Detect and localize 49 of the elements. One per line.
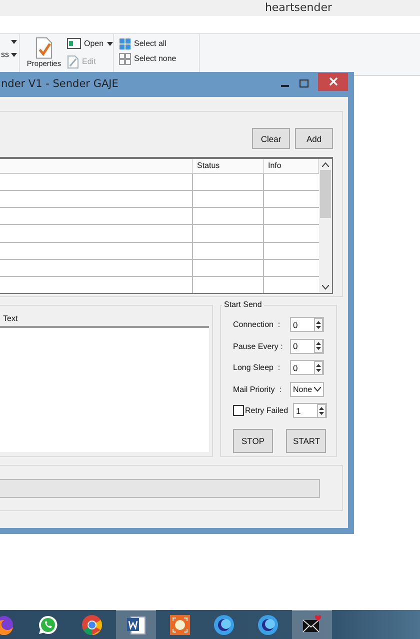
window-title: nder V1 - Sender GAJE [0,78,120,90]
ribbon-button[interactable]: ss [1,50,17,59]
close-icon [328,77,338,86]
open-button[interactable]: Open [67,37,113,50]
close-button[interactable] [318,72,348,90]
crescent-circle-icon [213,614,235,636]
number-field[interactable]: 0 [290,360,324,376]
caret-icon [11,52,17,56]
number-field[interactable]: 0 [290,338,324,354]
window-icon [67,38,81,49]
list-button[interactable]: Add [295,128,333,149]
select-all-button[interactable]: Select all [119,37,166,50]
number-field[interactable]: 0 [290,317,324,332]
document-icon [125,614,147,636]
spinner-arrows-icon[interactable] [314,339,323,354]
field-label: Retry Failed [245,406,290,416]
text-label: Text [2,314,19,324]
list-button[interactable]: Clear [252,128,290,149]
field-label: Mail Priority : [233,384,282,394]
caret-icon [106,42,113,46]
spinner-arrows-icon[interactable] [314,360,323,375]
window-title: heartsender [264,0,332,16]
taskbar-button[interactable] [292,610,332,639]
spinner-arrows-icon[interactable] [314,318,323,332]
ring-icon [81,614,103,636]
chat-bubble-icon [37,614,59,636]
spinner-arrows-icon[interactable] [317,404,326,418]
select-none-button[interactable]: Select none [119,52,176,65]
priority-dropdown[interactable]: None [290,382,324,397]
scrollbar[interactable] [319,159,332,293]
crescent-circle-icon [257,614,279,636]
pencil-document-icon [67,54,79,68]
grid-icon [119,52,131,64]
grid-icon [119,38,131,50]
maximize-icon[interactable] [299,79,309,89]
focus-frame-icon [169,614,191,636]
send-control-button[interactable]: START [286,428,326,452]
field-label: Long Sleep : [233,363,282,372]
checkbox[interactable] [233,405,244,416]
chevron-down-icon [314,386,321,392]
taskbar-button[interactable] [116,610,156,639]
document-check-icon [34,37,54,59]
field-label: Connection : [233,320,282,330]
field-label: Pause Every : [233,342,284,351]
caret-icon[interactable] [11,40,17,44]
column-header[interactable]: Status [193,159,264,173]
group-title: Start Send [222,300,264,309]
number-field[interactable]: 1 [293,403,327,418]
send-control-button[interactable]: STOP [233,428,273,452]
